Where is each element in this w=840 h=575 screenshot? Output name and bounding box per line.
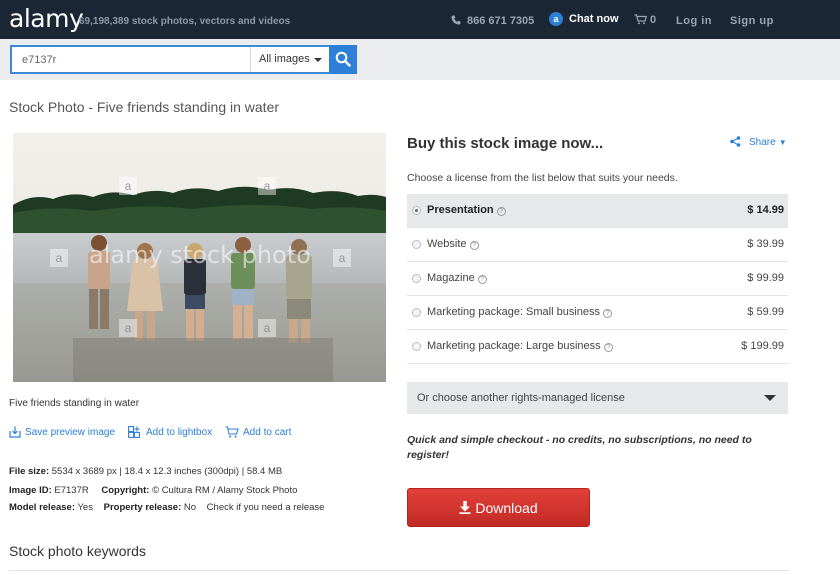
image-id-row: Image ID: E7137R Copyright: © Cultura RM… [9,485,297,496]
radio-button[interactable] [412,240,421,249]
license-price: $ 39.99 [747,238,784,250]
watermark-badge-4: a [333,249,351,267]
radio-button[interactable] [412,274,421,283]
license-name: Presentation [427,204,494,216]
copyright-label: Copyright: [101,485,150,496]
info-icon[interactable]: ? [603,309,613,318]
chevron-down-icon [314,58,322,62]
watermark-badge-1: a [119,177,137,195]
download-icon [9,426,21,438]
info-icon[interactable]: ? [603,343,613,352]
login-link[interactable]: Log in [676,15,712,27]
check-release-link[interactable]: Check if you need a release [207,502,325,513]
property-release-value: No [183,502,197,513]
add-lightbox-link[interactable]: Add to lightbox [128,426,212,438]
watermark-text: alamy stock photo [89,241,311,269]
license-name: Marketing package: Large business [427,340,601,352]
share-button[interactable]: Share ▼ [730,136,787,148]
lightbox-icon [128,426,140,438]
info-icon[interactable]: ? [477,275,487,284]
chat-label: Chat now [569,13,619,25]
license-option-small-business[interactable]: Marketing package: Small business? $ 59.… [407,296,788,330]
watermark-badge-3: a [50,249,68,267]
save-preview-link[interactable]: Save preview image [9,426,115,438]
info-icon[interactable]: ? [469,241,479,250]
watermark-badge-5: a [119,319,137,337]
license-name: Website [427,238,467,250]
cart-count: 0 [650,14,657,26]
license-option-magazine[interactable]: Magazine? $ 99.99 [407,262,788,296]
add-to-cart-link[interactable]: Add to cart [225,426,291,438]
copyright-value: © Cultura RM / Alamy Stock Photo [152,485,298,496]
file-size-value: 5534 x 3689 px | 18.4 x 12.3 inches (300… [51,466,283,477]
chevron-down-icon: ▼ [778,138,787,147]
rights-managed-dropdown[interactable]: Or choose another rights-managed license [407,382,788,414]
watermark-badge-2: a [258,177,276,195]
image-id-label: Image ID: [9,485,52,496]
model-release-label: Model release: [9,502,75,513]
license-option-presentation[interactable]: Presentation? $ 14.99 [407,194,788,228]
page-title: Stock Photo - Five friends standing in w… [9,99,280,115]
license-instructions: Choose a license from the list below tha… [407,172,678,184]
stock-photo[interactable]: alamy stock photo a a a a a a [13,133,386,382]
signup-link[interactable]: Sign up [730,15,774,27]
cart-link[interactable]: 0 [634,14,656,26]
license-option-large-business[interactable]: Marketing package: Large business? $ 199… [407,330,788,364]
image-id-value: E7137R [54,485,89,496]
top-bar: alamy 69,198,389 stock photos, vectors a… [0,0,840,39]
search-box: All images [10,45,357,74]
save-preview-label: Save preview image [25,427,116,438]
license-name: Magazine [427,272,475,284]
license-price: $ 14.99 [747,204,784,216]
add-to-cart-label: Add to cart [243,427,292,438]
search-scope-dropdown[interactable]: All images [250,47,329,72]
release-row: Model release: Yes Property release: No … [9,502,324,513]
chat-now-button[interactable]: a Chat now [549,12,619,26]
file-size-label: File size: [9,466,50,477]
license-price: $ 199.99 [741,340,784,352]
radio-button[interactable] [412,206,421,215]
cart-icon [634,14,648,25]
license-price: $ 59.99 [747,306,784,318]
checkout-note: Quick and simple checkout - no credits, … [407,434,752,461]
keywords-heading: Stock photo keywords [9,543,146,559]
watermark-badge-6: a [258,319,276,337]
phone-link[interactable]: 866 671 7305 [451,15,534,27]
phone-icon [451,15,461,25]
photo-caption: Five friends standing in water [9,398,140,409]
chat-icon: a [549,12,563,26]
search-button[interactable] [329,45,357,74]
cart-add-icon [225,426,239,438]
search-scope-label: All images [259,53,310,65]
chevron-down-icon [764,395,776,401]
download-button[interactable]: Download [407,488,590,527]
radio-button[interactable] [412,342,421,351]
buy-heading: Buy this stock image now... [407,135,604,152]
rights-managed-label: Or choose another rights-managed license [417,392,625,404]
share-icon [730,136,741,147]
license-list: Presentation? $ 14.99 Website? $ 39.99 M… [407,194,788,364]
file-size-row: File size: 5534 x 3689 px | 18.4 x 12.3 … [9,466,282,477]
search-input[interactable] [12,47,250,72]
add-lightbox-label: Add to lightbox [146,427,213,438]
alamy-logo[interactable]: alamy [9,4,84,33]
phone-number: 866 671 7305 [467,15,535,27]
download-label: Download [475,500,538,516]
model-release-value: Yes [77,502,93,513]
tagline: 69,198,389 stock photos, vectors and vid… [79,16,291,27]
radio-button[interactable] [412,308,421,317]
divider [9,570,789,571]
info-icon[interactable]: ? [496,207,506,216]
download-icon [459,501,471,514]
license-name: Marketing package: Small business [427,306,601,318]
license-price: $ 99.99 [747,272,784,284]
license-option-website[interactable]: Website? $ 39.99 [407,228,788,262]
property-release-label: Property release: [103,502,182,513]
search-icon [335,51,351,67]
share-label: Share [749,137,776,148]
